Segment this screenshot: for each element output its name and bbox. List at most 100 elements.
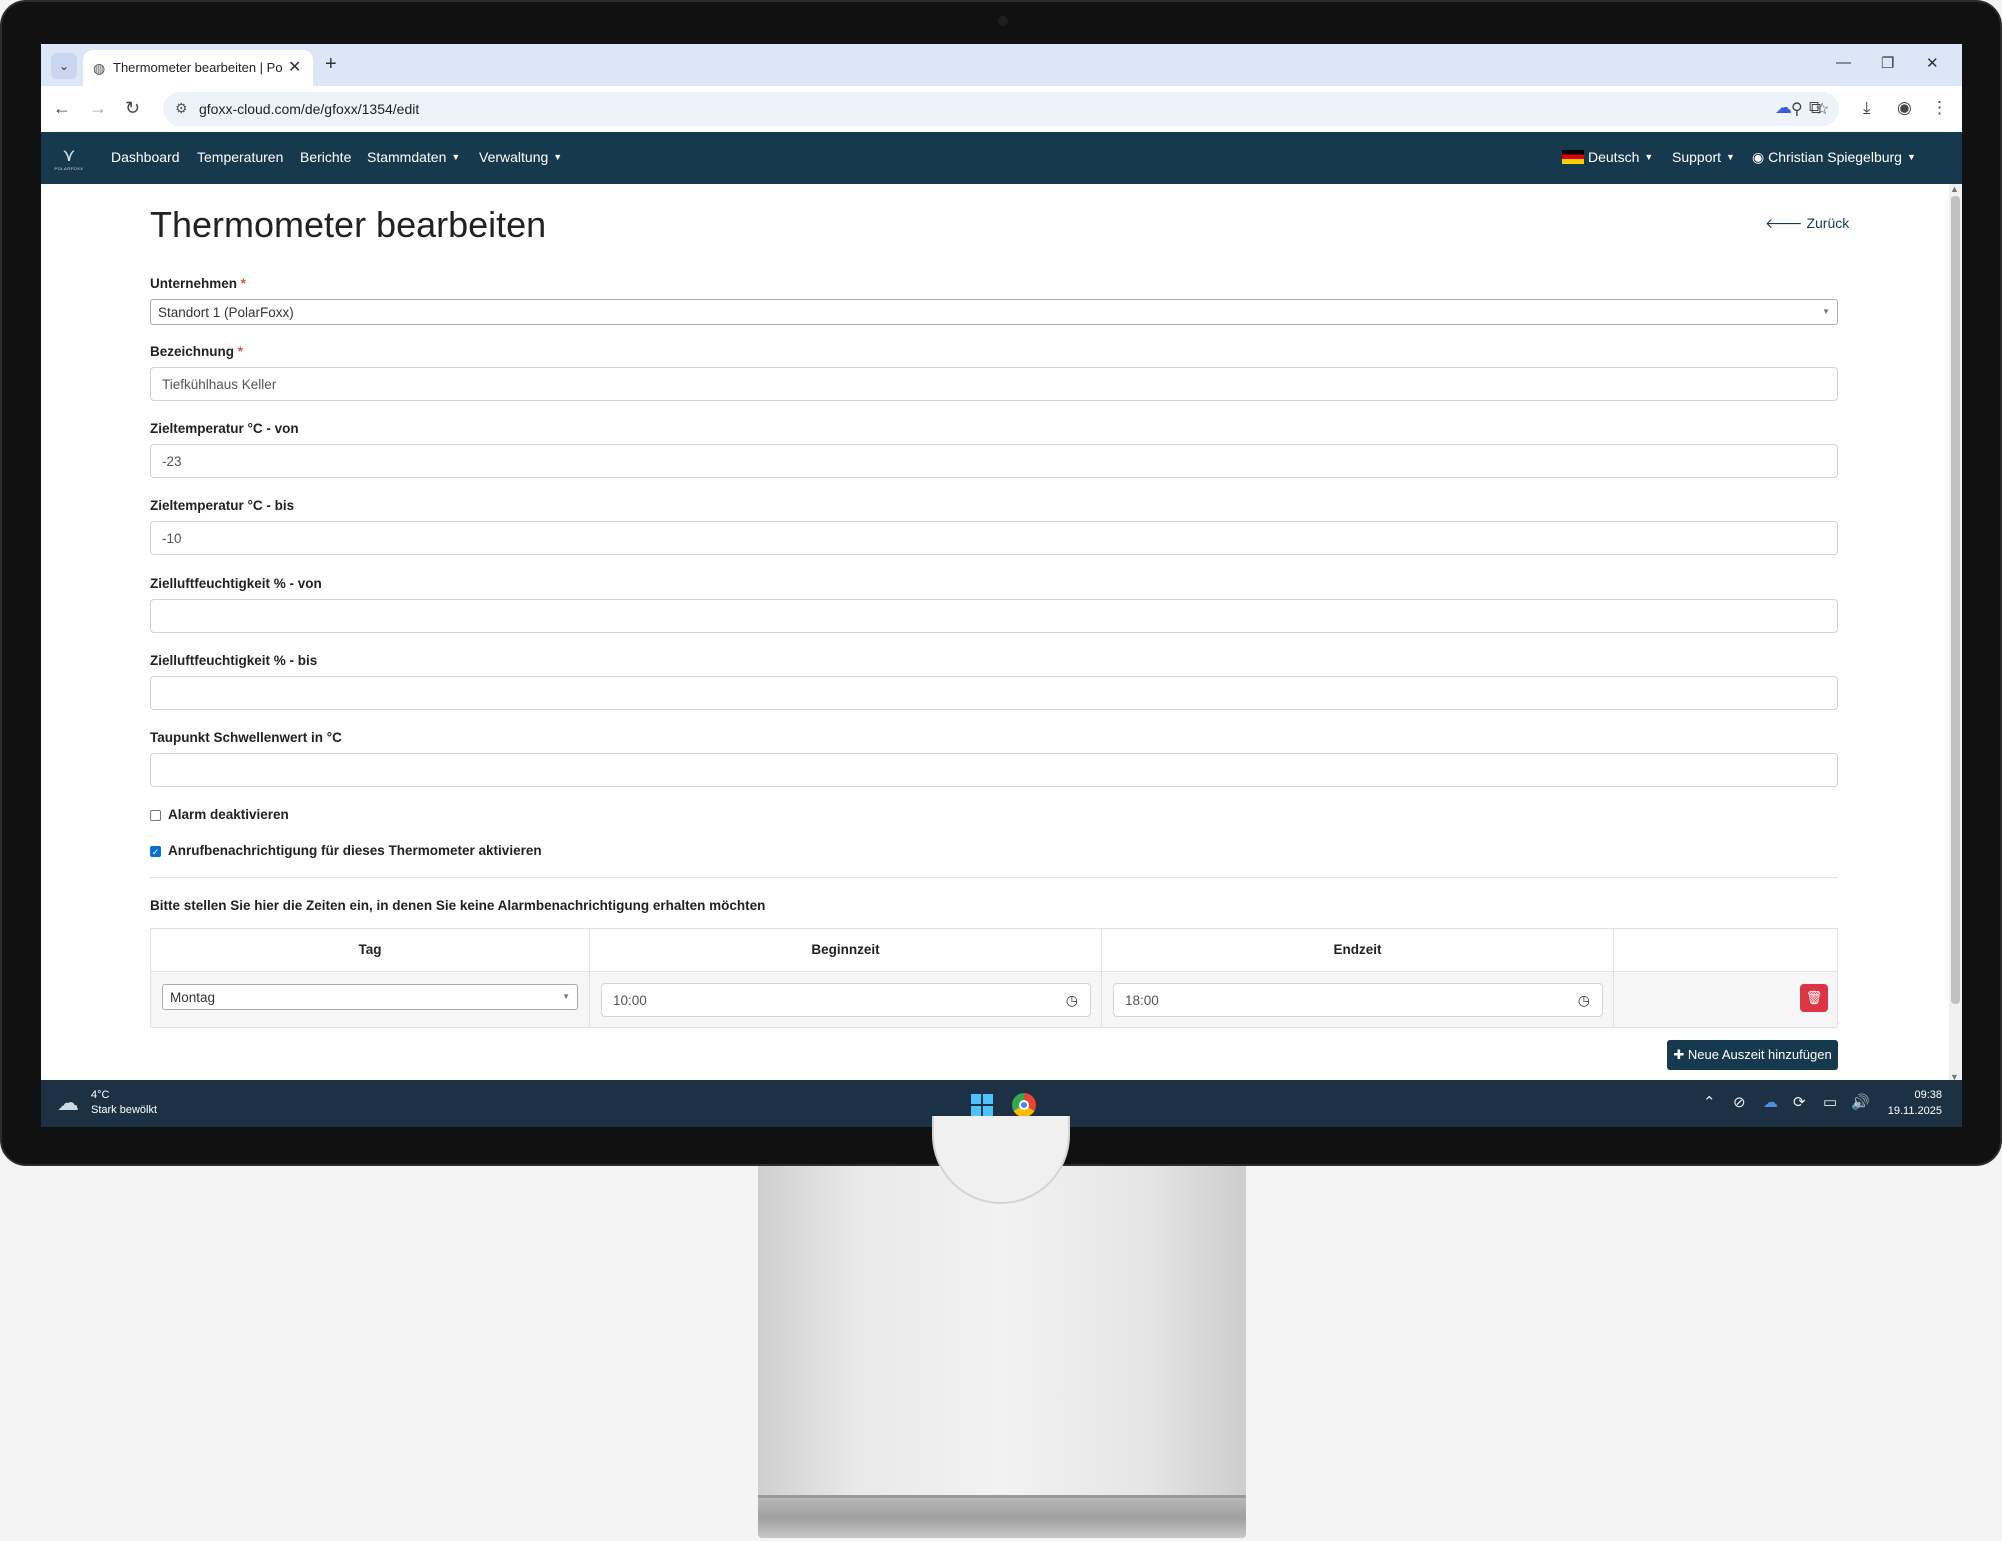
tab-title: Thermometer bearbeiten | Polar — [113, 60, 283, 75]
site-info-icon[interactable]: ⚙ — [175, 100, 188, 117]
day-select[interactable]: Montag ▼ — [162, 984, 578, 1010]
alarm-disable-label: Alarm deaktivieren — [168, 807, 289, 822]
scroll-thumb[interactable] — [1951, 196, 1960, 1004]
language-dropdown[interactable]: Deutsch ▼ — [1562, 149, 1653, 165]
caret-down-icon: ▼ — [1906, 152, 1916, 162]
select-arrow-icon: ▼ — [1822, 307, 1830, 316]
header-day: Tag — [151, 929, 590, 971]
forward-arrow-icon[interactable]: → — [89, 98, 107, 119]
caret-down-icon: ▼ — [1644, 152, 1654, 162]
temp-from-value: -23 — [162, 454, 182, 469]
windows-start-icon[interactable] — [971, 1094, 993, 1116]
caret-down-icon: ▼ — [553, 152, 563, 162]
start-cell: 10:00 ◷ — [590, 972, 1102, 1028]
scroll-up-icon[interactable]: ▲ — [1950, 184, 1959, 194]
nav-temperaturen[interactable]: Temperaturen — [197, 149, 283, 165]
back-link[interactable]: 🡐 Zurück — [1765, 215, 1849, 232]
taskbar-time[interactable]: 09:38 — [1892, 1089, 1942, 1101]
extensions-icon[interactable]: ⧉ — [1809, 98, 1821, 118]
clock-icon[interactable]: ◷ — [1066, 992, 1078, 1009]
german-flag-icon — [1562, 150, 1584, 164]
taskbar-date[interactable]: 19.11.2025 — [1872, 1105, 1942, 1117]
url-text: gfoxx-cloud.com/de/gfoxx/1354/edit — [199, 101, 420, 117]
tray-cloud-icon[interactable]: ☁ — [1763, 1093, 1778, 1111]
plus-icon: ✚ — [1673, 1047, 1688, 1062]
cloud-weather-icon[interactable]: ☁ — [57, 1090, 79, 1116]
humidity-to-label: Zielluftfeuchtigkeit % - bis — [150, 653, 318, 668]
minimize-button[interactable]: — — [1836, 54, 1851, 71]
caret-down-icon: ▼ — [1726, 152, 1735, 162]
polarfoxx-logo[interactable]: ⋎ POLARFOXX — [53, 143, 85, 173]
delete-row-button[interactable]: 🗑 — [1800, 984, 1828, 1012]
divider — [150, 877, 1838, 878]
end-time-input[interactable]: 18:00 ◷ — [1113, 983, 1603, 1017]
nav-stammdaten[interactable]: Stammdaten ▼ — [367, 149, 460, 165]
temp-to-label: Zieltemperatur °C - bis — [150, 498, 295, 513]
temp-from-input[interactable]: -23 — [150, 444, 1838, 478]
browser-tab-bar: ⌄ ◍ Thermometer bearbeiten | Polar ✕ + —… — [41, 44, 1962, 86]
close-window-button[interactable]: ✕ — [1926, 54, 1939, 72]
app-navbar: ⋎ POLARFOXX Dashboard Temperaturen Berich… — [41, 132, 1962, 184]
action-cell: 🗑 — [1614, 972, 1837, 1028]
call-notify-label: Anrufbenachrichtigung für dieses Thermom… — [168, 843, 542, 858]
add-downtime-button[interactable]: ✚ Neue Auszeit hinzufügen — [1667, 1040, 1838, 1070]
profile-icon[interactable]: ◉ — [1897, 98, 1912, 118]
weather-description: Stark bewölkt — [91, 1104, 158, 1116]
tab-search-button[interactable]: ⌄ — [51, 53, 77, 79]
tray-hidden-icon[interactable]: ⊘ — [1733, 1093, 1746, 1111]
clock-icon[interactable]: ◷ — [1578, 992, 1590, 1009]
screen: ⌄ ◍ Thermometer bearbeiten | Polar ✕ + —… — [41, 44, 1962, 1127]
dewpoint-input[interactable] — [150, 753, 1838, 787]
stand-foot — [758, 1498, 1246, 1538]
page-scrollbar[interactable]: ▲ ▼ — [1949, 184, 1962, 1084]
tray-sync-icon[interactable]: ⟳ — [1793, 1093, 1806, 1111]
temp-to-input[interactable]: -10 — [150, 521, 1838, 555]
download-icon[interactable]: ⤓ — [1863, 98, 1871, 118]
start-time-input[interactable]: 10:00 ◷ — [601, 983, 1091, 1017]
company-select[interactable]: Standort 1 (PolarFoxx) ▼ — [150, 299, 1838, 325]
nav-dashboard[interactable]: Dashboard — [111, 149, 180, 165]
downtime-note: Bitte stellen Sie hier die Zeiten ein, i… — [150, 898, 766, 913]
end-cell: 18:00 ◷ — [1102, 972, 1614, 1028]
humidity-to-input[interactable] — [150, 676, 1838, 710]
header-start: Beginnzeit — [590, 929, 1102, 971]
extension-cloud-icon[interactable]: ☁ — [1775, 98, 1792, 118]
page-title: Thermometer bearbeiten — [150, 204, 547, 245]
table-row: Montag ▼ 10:00 ◷ 18:00 ◷ 🗑 — [151, 971, 1837, 1028]
weather-temperature: 4°C — [91, 1089, 110, 1101]
nav-berichte[interactable]: Berichte — [300, 149, 351, 165]
header-end: Endzeit — [1102, 929, 1614, 971]
humidity-from-label: Zielluftfeuchtigkeit % - von — [150, 576, 322, 591]
address-bar[interactable]: ⚙ gfoxx-cloud.com/de/gfoxx/1354/edit ⚲ ☆ — [163, 92, 1839, 126]
chrome-taskbar-icon[interactable] — [1012, 1093, 1036, 1117]
trash-icon: 🗑 — [1805, 990, 1823, 1005]
tray-volume-icon[interactable]: 🔊 — [1851, 1093, 1870, 1111]
tray-chevron-up-icon[interactable]: ⌃ — [1703, 1093, 1716, 1111]
tray-network-icon[interactable]: ▭ — [1823, 1093, 1837, 1111]
day-cell: Montag ▼ — [151, 972, 590, 1028]
select-arrow-icon: ▼ — [562, 992, 570, 1001]
user-dropdown[interactable]: ◉ Christian Spiegelburg ▼ — [1752, 149, 1916, 166]
company-label: Unternehmen * — [150, 276, 247, 291]
browser-toolbar: ← → ↻ ⚙ gfoxx-cloud.com/de/gfoxx/1354/ed… — [41, 86, 1962, 132]
globe-icon: ◍ — [93, 60, 106, 76]
close-tab-icon[interactable]: ✕ — [288, 57, 301, 77]
name-label: Bezeichnung * — [150, 344, 244, 359]
browser-tab[interactable]: ◍ Thermometer bearbeiten | Polar ✕ — [83, 50, 313, 86]
user-circle-icon: ◉ — [1752, 149, 1769, 165]
nav-verwaltung[interactable]: Verwaltung ▼ — [479, 149, 562, 165]
back-arrow-icon[interactable]: ← — [53, 98, 71, 119]
new-tab-button[interactable]: + — [325, 53, 337, 76]
name-input[interactable]: Tiefkühlhaus Keller — [150, 367, 1838, 401]
menu-kebab-icon[interactable]: ⋮ — [1931, 98, 1948, 118]
call-notify-checkbox[interactable]: ✓ — [150, 846, 161, 857]
restore-button[interactable]: ❐ — [1881, 54, 1894, 72]
zoom-icon[interactable]: ⚲ — [1791, 99, 1803, 119]
downtime-table: Tag Beginnzeit Endzeit Montag ▼ 10:00 ◷ — [150, 928, 1838, 1028]
reload-icon[interactable]: ↻ — [125, 98, 140, 119]
alarm-disable-checkbox[interactable] — [150, 810, 161, 821]
webcam — [998, 16, 1008, 26]
support-dropdown[interactable]: Support ▼ — [1672, 149, 1735, 165]
humidity-from-input[interactable] — [150, 599, 1838, 633]
temp-from-label: Zieltemperatur °C - von — [150, 421, 299, 436]
